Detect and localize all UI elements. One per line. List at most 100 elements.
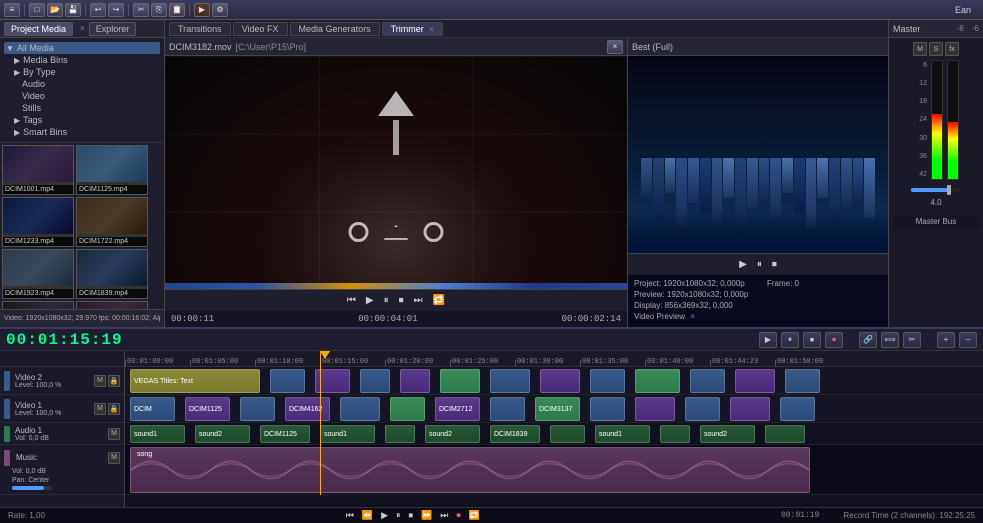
clip-v1-8[interactable]	[490, 397, 525, 421]
prev-frame-btn[interactable]: ⏮	[345, 293, 358, 308]
sb-record-btn[interactable]: ⏺	[454, 508, 463, 523]
clip-vegas-titles[interactable]: VEGAS Titles: Text	[130, 369, 260, 393]
media-thumb-dcim1953[interactable]: DCIM1953.mp4	[76, 301, 148, 309]
tl-pause-btn[interactable]: ⏸	[781, 332, 799, 348]
tab-project-media[interactable]: Project Media	[4, 22, 73, 36]
clip-sound2-2[interactable]: sound2	[425, 425, 480, 443]
clip-v2-3[interactable]	[360, 369, 390, 393]
clip-v2-1[interactable]	[270, 369, 305, 393]
solo-btn[interactable]: S	[929, 42, 943, 56]
tl-play-btn[interactable]: ▶	[759, 332, 777, 348]
music-volume-slider[interactable]	[12, 486, 52, 490]
sb-prev-btn[interactable]: ⏮	[344, 508, 356, 523]
redo-btn[interactable]: ↪	[108, 3, 124, 17]
fx-btn[interactable]: fx	[945, 42, 959, 56]
mute-btn[interactable]: M	[913, 42, 927, 56]
media-thumb-dcim1931[interactable]: DCIM1931.mp4	[2, 301, 74, 309]
clip-v1-11[interactable]	[635, 397, 675, 421]
tab-transitions[interactable]: Transitions	[169, 22, 231, 36]
save-btn[interactable]: 💾	[65, 3, 81, 17]
undo-btn[interactable]: ↩	[90, 3, 106, 17]
v2-mute-btn[interactable]: M	[94, 375, 106, 387]
play-btn[interactable]: ▶	[364, 293, 376, 308]
timeline-tracks-area[interactable]: 00:01:00:00 00:01:05:00 00:01:10:00 00:0…	[125, 351, 983, 507]
clip-v1-14[interactable]	[780, 397, 815, 421]
v1-lock-btn[interactable]: 🔒	[108, 403, 120, 415]
tl-ripple-btn[interactable]: ⟺	[881, 332, 899, 348]
clip-v1-13[interactable]	[730, 397, 770, 421]
clip-dcim1839[interactable]: DCIM1839	[490, 425, 540, 443]
media-thumb-dcim1125[interactable]: DCIM1125.mp4	[76, 145, 148, 195]
tree-item-smart-bins[interactable]: ▶ Smart Bins	[4, 126, 160, 138]
media-thumb-dcim1001[interactable]: DCIM1001.mp4	[2, 145, 74, 195]
sb-next-btn[interactable]: ⏭	[438, 508, 450, 523]
prog-stop-btn[interactable]: ⏹	[770, 257, 779, 272]
clip-sound1[interactable]: sound1	[130, 425, 185, 443]
pause-btn[interactable]: ⏸	[382, 293, 391, 308]
clip-v2-5[interactable]	[440, 369, 480, 393]
clip-v1-dcim3137[interactable]: DCIM3137	[535, 397, 580, 421]
media-thumb-dcim1923[interactable]: DCIM1923.mp4	[2, 249, 74, 299]
media-thumb-dcim1722[interactable]: DCIM1722.mp4	[76, 197, 148, 247]
clip-sound2[interactable]: sound2	[195, 425, 250, 443]
tree-item-by-type[interactable]: ▶ By Type	[4, 66, 160, 78]
master-fader[interactable]	[911, 188, 961, 192]
clip-v1-12[interactable]	[685, 397, 720, 421]
clip-v1-dcim1125[interactable]: DCIM1125	[185, 397, 230, 421]
tl-stop-btn[interactable]: ⏹	[803, 332, 821, 348]
clip-v2-8[interactable]	[590, 369, 625, 393]
clip-v1-dcim4162[interactable]: DCIM4162	[285, 397, 330, 421]
music-mute-btn[interactable]: M	[108, 452, 120, 464]
tl-zoom-in-btn[interactable]: +	[937, 332, 955, 348]
source-video[interactable]	[165, 56, 627, 289]
clip-v2-11[interactable]	[735, 369, 775, 393]
clip-v1-3[interactable]	[240, 397, 275, 421]
next-frame-btn[interactable]: ⏭	[412, 293, 425, 308]
clip-song[interactable]: song	[130, 447, 810, 493]
program-video[interactable]	[628, 56, 888, 253]
new-btn[interactable]: □	[29, 3, 45, 17]
clip-v1-6[interactable]	[390, 397, 425, 421]
tree-item-audio[interactable]: Audio	[4, 78, 160, 90]
video-preview-close[interactable]: ×	[690, 312, 695, 321]
clip-sound1-2[interactable]: sound1	[320, 425, 375, 443]
clip-dcim1125-a[interactable]: DCIM1125	[260, 425, 310, 443]
loop-btn[interactable]: 🔁	[431, 293, 447, 308]
menu-btn[interactable]: ≡	[4, 3, 20, 17]
prog-pause-btn[interactable]: ⏸	[755, 257, 764, 272]
media-thumb-dcim1233[interactable]: DCIM1233.mp4	[2, 197, 74, 247]
tl-zoom-out-btn[interactable]: −	[959, 332, 977, 348]
playhead[interactable]	[320, 351, 321, 495]
sb-play-btn[interactable]: ▶	[379, 508, 390, 523]
paste-btn[interactable]: 📋	[169, 3, 185, 17]
tab-close-media[interactable]: ×	[80, 24, 85, 33]
tree-item-media-bins[interactable]: ▶ Media Bins	[4, 54, 160, 66]
clip-v2-9[interactable]	[635, 369, 680, 393]
clip-v1-10[interactable]	[590, 397, 625, 421]
sb-loop-btn[interactable]: 🔁	[467, 508, 482, 523]
tl-cut-btn[interactable]: ✂	[903, 332, 921, 348]
clip-v2-6[interactable]	[490, 369, 530, 393]
clip-sound2-3[interactable]: sound2	[700, 425, 755, 443]
sb-pause-btn[interactable]: ⏸	[394, 508, 403, 523]
tree-item-all-media[interactable]: ▼ All Media	[4, 42, 160, 54]
media-thumb-dcim1839[interactable]: DCIM1839.mp4	[76, 249, 148, 299]
clip-v2-4[interactable]	[400, 369, 430, 393]
tab-video-fx[interactable]: Video FX	[233, 22, 288, 36]
clip-v1-dcim2712[interactable]: DCIM2712	[435, 397, 480, 421]
copy-btn[interactable]: ⎘	[151, 3, 167, 17]
clip-v2-12[interactable]	[785, 369, 820, 393]
tab-trimmer[interactable]: Trimmer ×	[382, 22, 443, 36]
clip-sound1-3[interactable]: sound1	[595, 425, 650, 443]
cut-btn[interactable]: ✂	[133, 3, 149, 17]
clip-audio-12[interactable]	[765, 425, 805, 443]
sb-ff-btn[interactable]: ⏩	[419, 508, 434, 523]
sb-stop-btn[interactable]: ⏹	[407, 508, 416, 523]
source-close-btn[interactable]: ×	[607, 40, 623, 54]
clip-v2-10[interactable]	[690, 369, 725, 393]
tab-explorer[interactable]: Explorer	[89, 22, 137, 36]
clip-v2-7[interactable]	[540, 369, 580, 393]
clip-audio-10[interactable]	[660, 425, 690, 443]
tab-media-generators[interactable]: Media Generators	[290, 22, 380, 36]
render-btn[interactable]: ▶	[194, 3, 210, 17]
